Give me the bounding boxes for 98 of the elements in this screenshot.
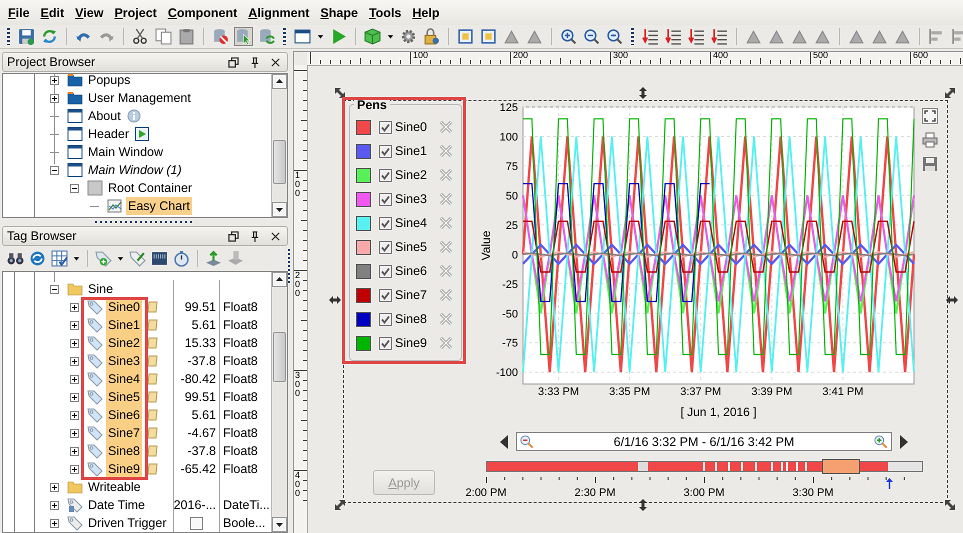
menu-item[interactable]: Tools	[364, 6, 408, 20]
ruler-label: 600	[912, 52, 930, 60]
table-cell: Float8	[223, 300, 258, 314]
pen-label: Sine2	[395, 168, 428, 182]
ruler-label: 300	[295, 371, 300, 398]
menu-item[interactable]: Help	[408, 6, 446, 20]
tree-item[interactable]: Sine6	[106, 406, 142, 424]
table-cell: Float8	[223, 444, 258, 458]
menu-item[interactable]: Alignment	[244, 6, 316, 20]
table-cell: -65.42	[180, 462, 216, 476]
axis-tick-label: 100	[500, 131, 518, 144]
axis-tick-label: 3:33 PM	[538, 386, 580, 398]
ruler-label: 200	[512, 52, 530, 60]
tree-item[interactable]: Root Container	[106, 179, 194, 197]
ruler-label: 100	[412, 52, 430, 60]
table-cell: 99.51	[184, 300, 216, 314]
table-cell: -37.8	[188, 444, 216, 458]
pen-label: Sine0	[395, 120, 428, 134]
axis-tick-label: 75	[506, 160, 518, 173]
axis-tick-label: 3:35 PM	[609, 386, 650, 398]
menu-item[interactable]: View	[71, 6, 110, 20]
axis-tick-label: 3:37 PM	[680, 386, 722, 398]
tree-item[interactable]: Sine4	[106, 370, 142, 388]
ruler-label: 400	[712, 52, 730, 60]
tree-item[interactable]: Sine3	[106, 352, 142, 370]
ruler-label: 300	[612, 52, 630, 60]
tree-item[interactable]: Sine2	[106, 334, 142, 352]
menu-item[interactable]: Component	[164, 6, 244, 20]
menu-item[interactable]: Project	[110, 6, 164, 20]
table-cell: -80.42	[180, 372, 216, 386]
pen-label: Sine1	[395, 144, 428, 158]
tree-item[interactable]: Sine7	[106, 424, 142, 442]
tree-item[interactable]: Main Window	[86, 143, 166, 161]
timeline-label: 2:30 PM	[574, 487, 616, 499]
table-cell: -37.8	[188, 354, 216, 368]
table-cell: Float8	[223, 408, 258, 422]
ruler-label: 200	[295, 271, 300, 298]
table-cell: -4.67	[188, 426, 216, 440]
tree-item[interactable]: User Management	[86, 89, 193, 107]
pen-label: Sine8	[395, 312, 428, 326]
axis-tick-label: 3:41 PM	[822, 386, 864, 398]
menu-item[interactable]: File	[4, 6, 37, 20]
pen-label: Sine5	[395, 240, 428, 254]
table-cell: 5.61	[192, 318, 216, 332]
table-cell: Float8	[223, 354, 258, 368]
tree-item[interactable]: Sine	[86, 280, 116, 298]
table-cell: 15.33	[184, 336, 216, 350]
table-cell: Float8	[223, 426, 258, 440]
menu-item[interactable]: Edit	[36, 6, 72, 20]
timeline-label: 2:00 PM	[466, 487, 506, 499]
table-cell: Float8	[223, 372, 258, 386]
panel-title: Tag Browser	[7, 229, 78, 243]
ruler-label: 400	[295, 471, 300, 498]
table-cell: Float8	[223, 390, 258, 404]
axis-tick-label: 25	[506, 220, 518, 232]
table-cell: 2016-...	[174, 498, 216, 512]
timeline-label: 3:30 PM	[792, 487, 834, 499]
ruler-label: 500	[812, 52, 830, 60]
date-range-text: 6/1/16 3:32 PM - 6/1/16 3:42 PM	[612, 434, 796, 448]
tree-item[interactable]: Header	[86, 125, 131, 143]
tree-item[interactable]: Writeable	[86, 478, 143, 496]
tree-item[interactable]: Main Window (1)	[86, 161, 184, 179]
tree-item[interactable]: Sine9	[106, 460, 142, 478]
pen-label: Sine9	[395, 336, 428, 350]
axis-tick-label: 0	[512, 249, 518, 262]
date-range-field[interactable]: 6/1/16 3:32 PM - 6/1/16 3:42 PM	[516, 432, 892, 451]
panel-title: Project Browser	[7, 55, 96, 69]
axis-tick-label: -25	[502, 278, 518, 291]
axis-tick-label: -50	[502, 308, 518, 320]
table-cell: Boole...	[223, 516, 266, 530]
axis-tick-label: 50	[506, 190, 518, 202]
axis-title: Value	[479, 230, 493, 260]
tree-item[interactable]: Popups	[86, 74, 132, 89]
axis-tick-label: -100	[496, 367, 518, 380]
axis-tick-label: 3:39 PM	[751, 386, 792, 398]
pen-label: Sine3	[395, 192, 428, 206]
pen-label: Sine4	[395, 216, 428, 230]
pen-label: Sine6	[395, 264, 428, 278]
ruler-label: 100	[295, 171, 300, 198]
table-cell: Float8	[223, 336, 258, 350]
axis-tick-label: -75	[502, 338, 518, 350]
pen-label: Sine7	[395, 288, 428, 302]
table-cell: DateTi...	[223, 498, 270, 512]
axis-tick-label: 125	[500, 102, 518, 114]
tree-item[interactable]: Driven Trigger	[86, 514, 168, 532]
tree-item[interactable]: Sine8	[106, 442, 142, 460]
timeline-label: 3:00 PM	[684, 487, 724, 499]
table-cell: 5.61	[192, 408, 216, 422]
tree-item[interactable]: About	[86, 107, 123, 125]
table-cell: 99.51	[184, 390, 216, 404]
tree-item[interactable]: Sine5	[106, 388, 142, 406]
axis-title: [ Jun 1, 2016 ]	[680, 405, 757, 419]
tree-item[interactable]: Date Time	[86, 496, 147, 514]
menu-item[interactable]: Shape	[316, 6, 365, 20]
table-cell: Float8	[223, 462, 258, 476]
tree-item[interactable]: Sine1	[106, 316, 142, 334]
table-cell: Float8	[223, 318, 258, 332]
tree-item[interactable]: Easy Chart	[126, 197, 192, 215]
